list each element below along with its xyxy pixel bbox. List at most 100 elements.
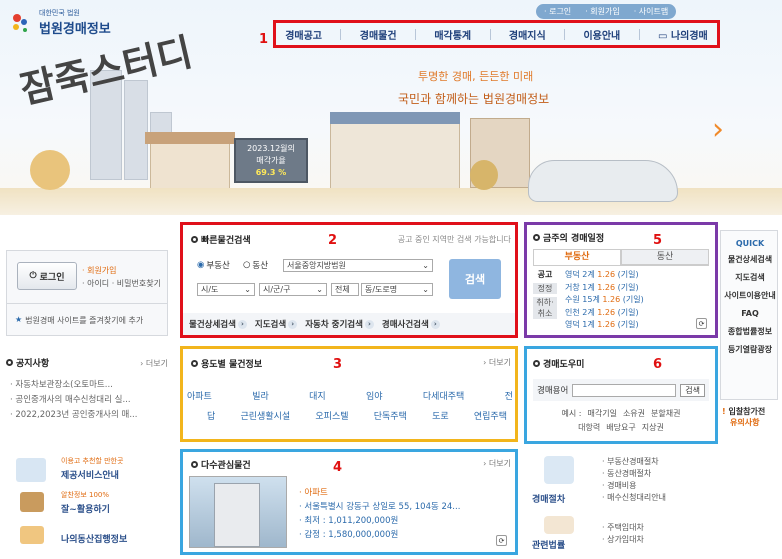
nav-item-notice[interactable]: 경매공고 bbox=[285, 27, 322, 42]
procedure-link[interactable]: · 경매비용 bbox=[602, 480, 666, 492]
schedule-dept: 2계 bbox=[582, 307, 595, 317]
tab-realestate[interactable]: 부동산 bbox=[533, 249, 621, 265]
dong-select[interactable]: 동/도로명 ⌄ bbox=[361, 283, 433, 296]
procedure-link[interactable]: · 부동산경매절차 bbox=[602, 456, 666, 468]
schedule-row[interactable]: 영덕 1계 1.26 (기일) bbox=[565, 319, 644, 332]
next-slide-arrow-icon[interactable]: › bbox=[712, 112, 724, 147]
notice-more-link[interactable]: › 더보기 bbox=[140, 358, 168, 369]
usage-title: 용도별 물건정보 bbox=[191, 357, 262, 370]
quick-item[interactable]: 등기열람광장 bbox=[721, 345, 779, 355]
usage-link[interactable]: 다세대주택 bbox=[423, 389, 464, 402]
term-input[interactable] bbox=[572, 383, 677, 397]
nav-item-my-auction[interactable]: ▭ 나의경매 bbox=[658, 27, 708, 42]
nav-item-stats[interactable]: 매각통계 bbox=[434, 27, 471, 42]
usage-panel: 용도별 물건정보 3 › 더보기 아파트 빌라 대지 임야 다세대주택 전 답 … bbox=[180, 346, 518, 442]
law-category[interactable]: 관련법률 bbox=[532, 538, 565, 551]
correction-label[interactable]: 정정 bbox=[533, 283, 557, 294]
car-image bbox=[528, 160, 678, 202]
example-term[interactable]: 지상권 bbox=[642, 421, 664, 435]
sitemap-link[interactable]: · 사이트맵 bbox=[634, 6, 669, 17]
tab-movable[interactable]: 동산 bbox=[621, 249, 709, 265]
procedure-link[interactable]: · 매수신청대리안내 bbox=[602, 492, 666, 504]
case-search-link[interactable]: 경매사건검색 › bbox=[382, 318, 440, 330]
example-term[interactable]: 소유권 bbox=[623, 407, 645, 421]
bid-notice-link[interactable]: ! 입찰참가전 유의사항 bbox=[722, 406, 765, 428]
login-button[interactable]: ⏻ 로그인 bbox=[17, 262, 77, 290]
quick-item[interactable]: 종합법률정보 bbox=[721, 327, 779, 337]
quick-item[interactable]: 사이트이용안내 bbox=[721, 291, 779, 301]
property-address[interactable]: · 서울특별시 강동구 상일로 55, 104동 24... bbox=[299, 500, 460, 514]
nav-item-items[interactable]: 경매물건 bbox=[360, 27, 397, 42]
radio-movable[interactable]: ○ 동산 bbox=[243, 259, 268, 271]
join-link[interactable]: · 회원가입 bbox=[82, 265, 117, 276]
law-link[interactable]: · 상가임대차 bbox=[602, 534, 644, 546]
quick-item[interactable]: 물건상세검색 bbox=[721, 255, 779, 265]
procedure-category[interactable]: 경매절차 bbox=[532, 492, 565, 505]
notice-item[interactable]: · 공인중개사의 매수신청대리 실... bbox=[10, 393, 137, 408]
sido-select[interactable]: 시/도 ⌄ bbox=[197, 283, 255, 296]
notice-label[interactable]: 공고 bbox=[533, 269, 557, 280]
join-link[interactable]: · 회원가입 bbox=[585, 6, 620, 17]
usage-link[interactable]: 오피스텔 bbox=[315, 409, 348, 422]
vehicle-search-link[interactable]: 자동차 중기검색 › bbox=[305, 318, 374, 330]
login-link[interactable]: · 로그인 bbox=[544, 6, 571, 17]
notice-title-label: 공지사항 bbox=[16, 359, 50, 369]
logo-title: 법원경매정보 bbox=[39, 22, 111, 37]
chevron-down-icon: ⌄ bbox=[316, 285, 323, 294]
notice-item[interactable]: · 2022,2023년 공인중개사의 매... bbox=[10, 408, 137, 423]
usage-link[interactable]: 아파트 bbox=[187, 389, 212, 402]
movable-execution-link[interactable]: 나의동산집행정보 bbox=[61, 532, 127, 545]
favorite-link[interactable]: ★ 법원경매 사이트를 즐겨찾기에 추가 bbox=[15, 315, 143, 326]
example-term[interactable]: 분할채권 bbox=[651, 407, 680, 421]
withdraw-label[interactable]: 취하·취소 bbox=[533, 297, 557, 319]
nav-item-guide[interactable]: 이용안내 bbox=[583, 27, 620, 42]
schedule-dept: 2계 bbox=[582, 270, 595, 279]
usage-link[interactable]: 도로 bbox=[432, 409, 449, 422]
quick-item[interactable]: 지도검색 bbox=[721, 273, 779, 283]
bullet-icon bbox=[533, 234, 540, 241]
usage-tips-link[interactable]: 잘~활용하기 bbox=[61, 502, 110, 515]
schedule-row[interactable]: 영덕 2계 1.26 (기일) bbox=[565, 269, 644, 282]
property-photo[interactable] bbox=[189, 476, 287, 548]
refresh-icon[interactable]: ⟳ bbox=[496, 535, 507, 546]
term-search-button[interactable]: 검색 bbox=[680, 383, 705, 397]
usage-link[interactable]: 전 bbox=[505, 389, 513, 402]
law-link[interactable]: · 주택임대차 bbox=[602, 522, 644, 534]
procedure-link[interactable]: · 동산경매절차 bbox=[602, 468, 666, 480]
usage-more-link[interactable]: › 더보기 bbox=[483, 357, 511, 368]
promo1-caption: 이용고 추천할 만한곳 bbox=[61, 457, 124, 465]
quick-item[interactable]: FAQ bbox=[721, 309, 779, 319]
map-search-link[interactable]: 지도검색 › bbox=[255, 318, 298, 330]
search-button[interactable]: 검색 bbox=[449, 259, 501, 299]
schedule-row[interactable]: 거창 1계 1.26 (기일) bbox=[565, 282, 644, 295]
usage-link[interactable]: 빌라 bbox=[252, 389, 269, 402]
schedule-row[interactable]: 인천 2계 1.26 (기일) bbox=[565, 307, 644, 320]
usage-link[interactable]: 대지 bbox=[309, 389, 326, 402]
notice-item[interactable]: · 자동차보관장소(오토마트... bbox=[10, 378, 137, 393]
court-select[interactable]: 서울중앙지방법원 ⌄ bbox=[283, 259, 433, 272]
slogan-line1: 투명한 경매, 든든한 미래 bbox=[418, 70, 534, 83]
nav-item-knowledge[interactable]: 경매지식 bbox=[509, 27, 546, 42]
detail-search-link[interactable]: 물건상세검색 › bbox=[189, 318, 247, 330]
schedule-place: 거창 bbox=[565, 282, 580, 292]
usage-link[interactable]: 근린생활시설 bbox=[241, 409, 291, 422]
usage-link[interactable]: 답 bbox=[207, 409, 215, 422]
radio-realestate[interactable]: ◉ 부동산 bbox=[197, 259, 230, 271]
type-select[interactable]: 전체 bbox=[331, 283, 359, 296]
usage-link[interactable]: 단독주택 bbox=[374, 409, 407, 422]
sigungu-select[interactable]: 시/군/구 ⌄ bbox=[259, 283, 327, 296]
chevron-down-icon: ⌄ bbox=[244, 285, 251, 294]
service-guide-link[interactable]: 제공서비스안내 bbox=[61, 468, 119, 481]
popular-more-link[interactable]: › 더보기 bbox=[483, 458, 511, 469]
site-logo[interactable]: 대한민국 법원 법원경매정보 bbox=[8, 8, 111, 37]
usage-link[interactable]: 연립주택 bbox=[474, 409, 507, 422]
schedule-row[interactable]: 수원 15계 1.26 (기일) bbox=[565, 294, 644, 307]
example-term[interactable]: 매각기일 bbox=[587, 407, 616, 421]
sign-line2: 매각가율 bbox=[256, 156, 286, 165]
find-account-link[interactable]: · 아이디 · 비밀번호찾기 bbox=[82, 278, 161, 289]
example-term[interactable]: 배당요구 bbox=[606, 421, 635, 435]
refresh-icon[interactable]: ⟳ bbox=[696, 318, 707, 329]
annotation-number: 4 bbox=[333, 460, 343, 475]
usage-link[interactable]: 임야 bbox=[366, 389, 383, 402]
example-term[interactable]: 대항력 bbox=[578, 421, 600, 435]
